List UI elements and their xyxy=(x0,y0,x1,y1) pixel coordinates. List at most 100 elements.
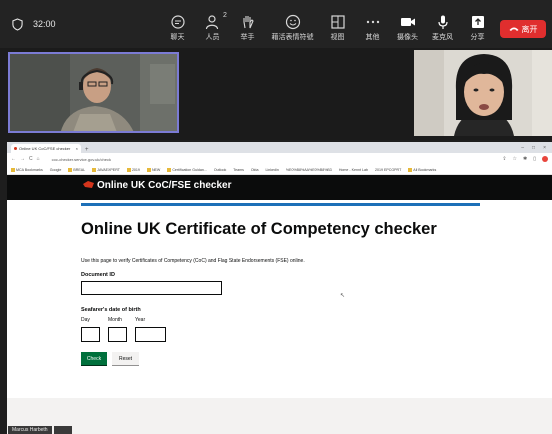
address-bar: ← → C ⌂ coc-checker.service.gov.uk/check… xyxy=(7,153,552,165)
folder-icon xyxy=(126,167,131,172)
bookmark-item[interactable]: Okta xyxy=(251,168,259,172)
minimize-icon[interactable]: – xyxy=(521,145,524,151)
month-input[interactable] xyxy=(108,327,127,342)
toolbar-view-button[interactable]: 视图 xyxy=(320,14,355,42)
bookmark-item[interactable]: Teams xyxy=(233,168,244,172)
bookmark-item[interactable]: All Bookmarks xyxy=(408,167,436,172)
dob-label: Seafarer's date of birth xyxy=(81,307,141,313)
phone-hangup-icon xyxy=(509,27,518,31)
participants-icon xyxy=(205,15,218,30)
sidebar-icon[interactable]: ▯ xyxy=(533,156,536,162)
check-button[interactable]: Check xyxy=(81,352,107,365)
participant-video-image xyxy=(10,54,177,131)
site-header: Online UK CoC/FSE checker xyxy=(7,175,552,200)
document-id-label: Document ID xyxy=(81,272,115,278)
toolbar-participants-button[interactable]: 2 人员 xyxy=(195,12,230,42)
camera-icon xyxy=(400,18,415,26)
bookmark-item[interactable]: MCA Bookmarks xyxy=(11,167,43,172)
dob-day-group: Day xyxy=(81,317,100,342)
more-icon xyxy=(366,20,379,24)
toolbar-more-button[interactable]: 其他 xyxy=(355,14,390,42)
bookmark-item[interactable]: 2019 xyxy=(126,167,140,172)
window-controls: – □ × xyxy=(521,145,552,151)
service-name-link[interactable]: Online UK CoC/FSE checker xyxy=(97,180,231,191)
participant-count: 2 xyxy=(223,12,227,19)
leave-button[interactable]: 离开 xyxy=(500,20,546,38)
share-button[interactable]: 分享 xyxy=(460,14,495,42)
folder-icon xyxy=(11,167,15,172)
toolbar-view-label: 视图 xyxy=(330,34,345,41)
bookmark-item[interactable]: 2019 EPCGPRT xyxy=(375,168,401,172)
year-label: Year xyxy=(135,317,146,323)
share-label: 分享 xyxy=(470,34,485,41)
browser-tab-bar: Online UK CoC/FSE checker × + – □ × xyxy=(7,142,552,153)
url-field[interactable]: coc-checker.service.gov.uk/check xyxy=(52,157,111,162)
day-input[interactable] xyxy=(81,327,100,342)
toolbar-chat-label: 聊天 xyxy=(170,34,185,41)
extensions-icon[interactable]: ✱ xyxy=(523,156,527,162)
bookmark-item[interactable]: Home - Kennt Lab xyxy=(339,168,368,172)
video-strip xyxy=(0,48,552,140)
folder-icon xyxy=(408,167,413,172)
bookmark-item[interactable]: Google xyxy=(50,168,62,172)
participant-video-1[interactable] xyxy=(8,52,179,133)
toolbar-reactions-label: 藉活表情符號 xyxy=(271,34,314,41)
reset-button[interactable]: Reset xyxy=(112,352,139,365)
bookmark-star-icon[interactable]: ☆ xyxy=(513,156,517,162)
toolbar-chat-button[interactable]: 聊天 xyxy=(160,14,195,42)
day-label: Day xyxy=(81,317,90,323)
meeting-info: 32:00 xyxy=(0,17,160,31)
dob-month-group: Month xyxy=(108,317,127,342)
mic-status-icon xyxy=(53,426,72,434)
mic-button[interactable]: 麦克风 xyxy=(425,14,460,42)
shared-screen-browser: Online UK CoC/FSE checker × + – □ × ← → … xyxy=(7,142,552,434)
shield-icon xyxy=(12,17,23,31)
reload-icon[interactable]: C xyxy=(29,156,33,162)
mic-icon xyxy=(437,15,448,29)
bookmark-item[interactable]: Linkedin xyxy=(265,168,278,172)
bookmark-item[interactable]: BREAL xyxy=(68,167,85,172)
home-icon[interactable]: ⌂ xyxy=(37,156,40,162)
meeting-timer: 32:00 xyxy=(33,19,56,29)
camera-button[interactable]: 摄像头 xyxy=(390,14,425,42)
mouse-cursor-icon: ↖ xyxy=(340,293,346,299)
toolbar-participants-label: 人员 xyxy=(205,34,220,41)
participant-video-2[interactable] xyxy=(414,50,552,136)
browser-tab[interactable]: Online UK CoC/FSE checker × xyxy=(11,144,81,153)
folder-icon xyxy=(167,167,172,172)
profile-avatar[interactable] xyxy=(542,156,548,162)
tab-close-icon[interactable]: × xyxy=(76,146,78,151)
crown-logo-icon xyxy=(83,181,94,188)
form-buttons: Check Reset xyxy=(81,352,437,365)
bookmark-item[interactable]: JAVAEXPERT xyxy=(92,167,120,172)
year-input[interactable] xyxy=(135,327,166,342)
document-id-input[interactable] xyxy=(81,281,222,295)
bookmark-item[interactable]: %E0%B8%AA%E0%B8%B3 xyxy=(286,168,332,172)
chat-icon xyxy=(170,15,185,29)
reactions-icon xyxy=(285,14,300,30)
folder-icon xyxy=(146,167,151,172)
forward-icon[interactable]: → xyxy=(20,156,25,162)
tab-title: Online UK CoC/FSE checker xyxy=(19,146,71,151)
toolbar-reactions-button[interactable]: 藉活表情符號 xyxy=(265,14,320,42)
extension-icons: ⇪ ☆ ✱ ▯ xyxy=(502,156,548,162)
maximize-icon[interactable]: □ xyxy=(532,145,535,151)
bookmark-item[interactable]: Outlook xyxy=(214,168,226,172)
header-blue-rule xyxy=(81,203,480,206)
folder-icon xyxy=(68,167,73,172)
meeting-toolbar: 32:00 聊天 2 人员 举手 藉活表情符號 视图 其他 摄像头 麦克风 分享… xyxy=(0,0,552,48)
view-icon xyxy=(330,15,345,29)
bookmark-item[interactable]: NEW xyxy=(146,167,160,172)
new-tab-icon[interactable]: + xyxy=(85,147,89,153)
page-footer xyxy=(7,398,552,434)
share-page-icon[interactable]: ⇪ xyxy=(502,156,506,162)
dob-year-group: Year xyxy=(135,317,166,342)
toolbar-raise-hand-label: 举手 xyxy=(240,34,255,41)
bookmark-item[interactable]: Certification Guidan... xyxy=(167,167,207,172)
page-title: Online UK Certificate of Competency chec… xyxy=(81,220,437,238)
camera-label: 摄像头 xyxy=(397,34,418,41)
back-icon[interactable]: ← xyxy=(11,156,16,162)
close-window-icon[interactable]: × xyxy=(543,145,546,151)
toolbar-raise-hand-button[interactable]: 举手 xyxy=(230,14,265,42)
month-label: Month xyxy=(108,317,122,323)
